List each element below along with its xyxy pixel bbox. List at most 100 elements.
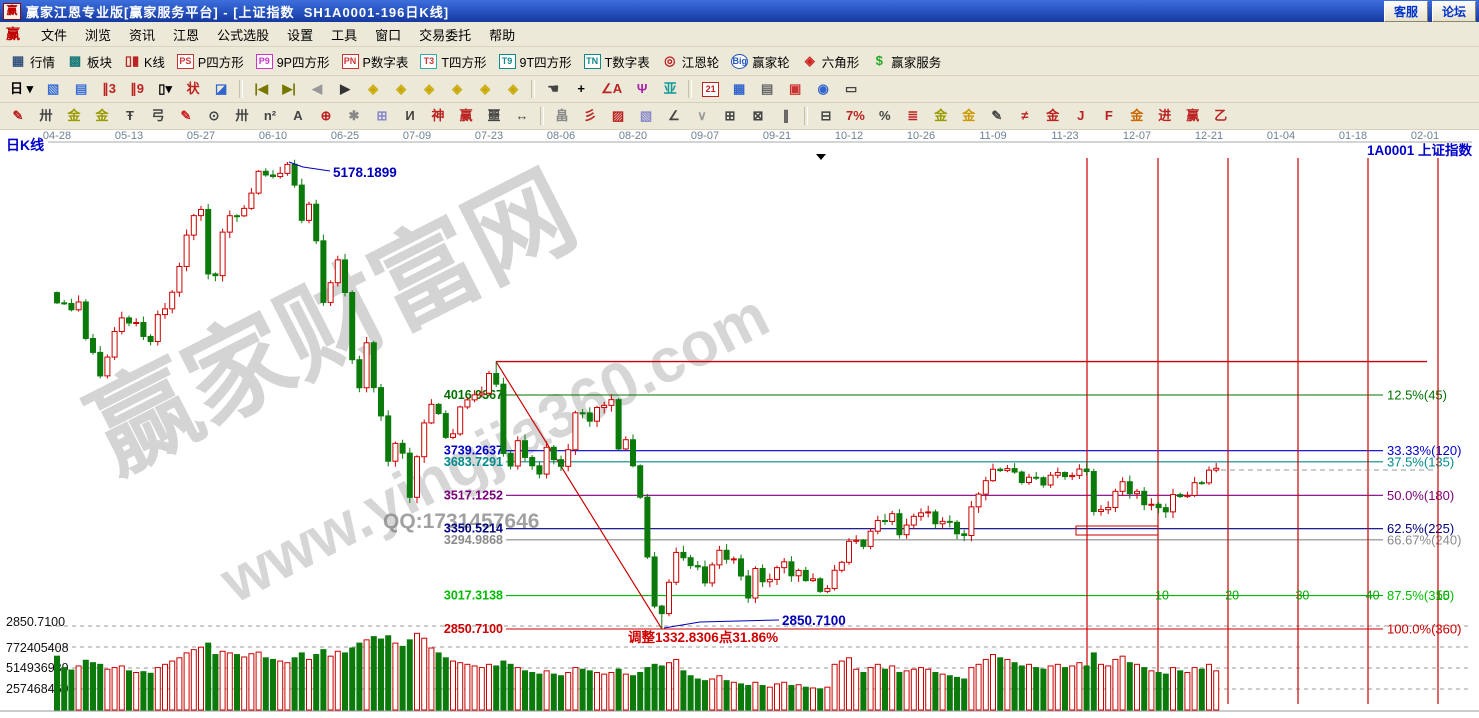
volume-bar[interactable] [825, 687, 830, 710]
candle-body[interactable] [1063, 473, 1068, 477]
candle-body[interactable] [1048, 475, 1053, 485]
candle-body[interactable] [206, 209, 211, 273]
candle-body[interactable] [753, 568, 758, 598]
candle-body[interactable] [220, 232, 225, 276]
gann-fan-button[interactable]: 彡 [577, 106, 603, 126]
candle-body[interactable] [501, 384, 506, 453]
volume-bar[interactable] [357, 643, 362, 710]
candle-body[interactable] [235, 216, 240, 217]
candle-body[interactable] [1207, 470, 1212, 483]
candle-body[interactable] [184, 235, 189, 266]
volume-bar[interactable] [623, 674, 628, 710]
fan-box-2-button[interactable]: ▧ [633, 106, 659, 126]
candle-body[interactable] [170, 292, 175, 309]
candle-body[interactable] [717, 550, 722, 565]
volume-bar[interactable] [458, 663, 463, 710]
candle-body[interactable] [199, 209, 204, 215]
volume-bar[interactable] [991, 655, 996, 710]
candle-body[interactable] [573, 413, 578, 450]
candle-body[interactable] [782, 562, 787, 568]
volume-bar[interactable] [307, 659, 312, 710]
volume-bar[interactable] [1077, 663, 1082, 710]
volume-bar[interactable] [782, 682, 787, 710]
volume-bar[interactable] [1055, 664, 1060, 710]
bars-3-button[interactable]: ∥3 [96, 79, 122, 99]
candle-body[interactable] [443, 414, 448, 438]
candle-body[interactable] [695, 566, 700, 567]
candle-body[interactable] [299, 185, 304, 220]
candle-body[interactable] [386, 416, 391, 461]
candle-body[interactable] [343, 260, 348, 293]
volume-bar[interactable] [263, 658, 268, 710]
menu-item-资讯[interactable]: 资讯 [120, 23, 164, 46]
volume-bar[interactable] [681, 671, 686, 710]
volume-bar[interactable] [659, 666, 664, 710]
volume-bar[interactable] [235, 655, 240, 710]
candle-body[interactable] [811, 579, 816, 581]
volume-bar[interactable] [487, 664, 492, 710]
menu-item-公式选股[interactable]: 公式选股 [208, 23, 278, 46]
candle-body[interactable] [400, 443, 405, 453]
volume-bar[interactable] [883, 669, 888, 710]
candle-body[interactable] [148, 336, 153, 341]
volume-bar[interactable] [393, 643, 398, 710]
volume-bar[interactable] [285, 663, 290, 710]
volume-bar[interactable] [314, 655, 319, 710]
candle-body[interactable] [83, 302, 88, 338]
candle-body[interactable] [1178, 495, 1183, 497]
gold-circle-button[interactable]: 金 [928, 106, 954, 126]
candle-body[interactable] [364, 343, 369, 388]
candle-body[interactable] [667, 582, 672, 613]
candle-body[interactable] [775, 568, 780, 580]
volume-bar[interactable] [515, 668, 520, 710]
candle-body[interactable] [933, 512, 938, 524]
volume-bar[interactable] [429, 648, 434, 710]
candle-body[interactable] [926, 512, 931, 513]
candle-body[interactable] [263, 171, 268, 175]
volume-bar[interactable] [868, 668, 873, 710]
candle-body[interactable] [134, 322, 139, 323]
parallel-lines-button[interactable]: ∥ [773, 106, 799, 126]
notes-button[interactable]: ▤ [754, 79, 780, 99]
volume-bar[interactable] [1041, 669, 1046, 710]
volume-bar[interactable] [69, 670, 74, 710]
volume-bar[interactable] [177, 658, 182, 710]
region-tool-button[interactable]: 亚 [657, 79, 683, 99]
volume-bar[interactable] [818, 689, 823, 710]
calendar-button[interactable]: 21 [697, 80, 724, 99]
menu-item-工具[interactable]: 工具 [322, 23, 366, 46]
candle-body[interactable] [825, 588, 830, 591]
candle-body[interactable] [1034, 477, 1039, 478]
candle-body[interactable] [436, 404, 441, 413]
candle-body[interactable] [451, 434, 456, 438]
candle-body[interactable] [1012, 469, 1017, 472]
volume-bar[interactable] [191, 650, 196, 710]
volume-bar[interactable] [710, 679, 715, 710]
j-angle-button[interactable]: J [1068, 106, 1094, 126]
menu-item-江恩[interactable]: 江恩 [164, 23, 208, 46]
volume-bar[interactable] [335, 651, 340, 710]
box-circle-button[interactable]: ⊞ [369, 106, 395, 126]
candle-body[interactable] [998, 469, 1003, 470]
candle-body[interactable] [321, 241, 326, 303]
volume-bar[interactable] [717, 676, 722, 710]
volume-bar[interactable] [494, 666, 499, 710]
ruler-tool-button[interactable]: ⊟ [813, 106, 839, 126]
menu-item-窗口[interactable]: 窗口 [366, 23, 410, 46]
win-grid-button[interactable]: 赢 [453, 106, 479, 126]
candle-body[interactable] [379, 388, 384, 416]
candle-body[interactable] [868, 531, 873, 546]
menu-item-帮助[interactable]: 帮助 [480, 23, 524, 46]
candle-body[interactable] [314, 204, 319, 241]
candle-body[interactable] [955, 522, 960, 534]
volume-bar[interactable] [163, 664, 168, 710]
win-angle-button[interactable]: 赢 [1180, 106, 1206, 126]
volume-bar[interactable] [83, 660, 88, 710]
print-button[interactable]: ▭ [838, 79, 864, 99]
volume-bar[interactable] [839, 661, 844, 710]
volume-bar[interactable] [602, 674, 607, 710]
p-square-button[interactable]: PSP四方形 [172, 50, 249, 73]
diamond-left-button[interactable]: ◈ [360, 79, 386, 99]
volume-bar[interactable] [897, 672, 902, 710]
volume-bar[interactable] [1156, 672, 1161, 710]
